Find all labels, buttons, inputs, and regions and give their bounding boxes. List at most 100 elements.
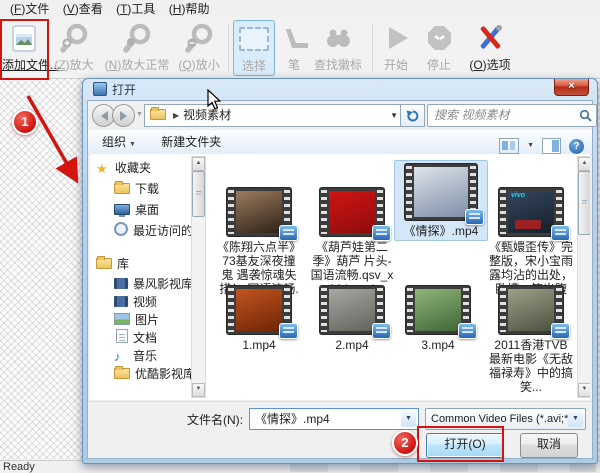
stop-icon xyxy=(420,20,458,56)
file-item[interactable]: 《葫芦娃第二季》葫芦 片头-国语流畅.qsv_x264.mp4 xyxy=(310,188,394,296)
media-overlay-icon xyxy=(551,225,570,241)
sidebar-baofeng-library[interactable]: 暴风影视库 xyxy=(90,275,206,293)
file-item[interactable]: 3.mp4 xyxy=(396,286,480,352)
breadcrumb-arrow-icon: ▶ xyxy=(173,111,179,120)
forward-button[interactable] xyxy=(112,104,135,127)
libraries-icon xyxy=(96,258,112,269)
scrollbar-thumb[interactable] xyxy=(578,171,590,235)
video-icon xyxy=(114,296,128,307)
sidebar-videos[interactable]: 视频 xyxy=(90,293,206,311)
video-thumbnail: vivo xyxy=(499,188,563,236)
sidebar-favorites[interactable]: ★收藏夹 xyxy=(90,158,206,179)
dialog-content: ★收藏夹 下载 桌面 最近访问的位 库 暴风影视库 视频 图片 文档 ♪音乐 优… xyxy=(90,154,590,400)
organize-menu[interactable]: 组织▼ xyxy=(102,130,136,157)
video-thumbnail xyxy=(320,286,384,334)
scrollbar-thumb[interactable] xyxy=(192,171,205,217)
annotation-step-1: 1 xyxy=(12,109,38,135)
close-button[interactable]: × xyxy=(554,79,589,96)
youku-folder-icon xyxy=(114,368,130,379)
breadcrumb[interactable]: 视频素材 xyxy=(183,108,231,122)
scroll-up-icon[interactable]: ▲ xyxy=(578,157,590,171)
refresh-button[interactable] xyxy=(400,104,425,127)
help-icon[interactable]: ? xyxy=(569,139,584,154)
video-thumbnail xyxy=(406,286,470,334)
file-item[interactable]: 2.mp4 xyxy=(310,286,394,352)
sidebar-desktop[interactable]: 桌面 xyxy=(90,200,206,221)
scroll-down-icon[interactable]: ▼ xyxy=(578,383,590,397)
background-windows xyxy=(290,463,596,472)
sidebar-documents[interactable]: 文档 xyxy=(90,329,206,347)
file-list-scrollbar[interactable]: ▲ ▼ xyxy=(577,156,590,398)
play-icon xyxy=(377,20,415,56)
media-overlay-icon xyxy=(279,225,298,241)
address-bar[interactable]: ▶ 视频素材 ▼ xyxy=(144,104,403,127)
search-icon xyxy=(579,109,592,122)
zoom-out-icon xyxy=(176,20,222,56)
media-overlay-icon xyxy=(372,323,391,339)
status-text: Ready xyxy=(3,461,35,473)
file-item[interactable]: 2011香港TVB最新电影《无敌福禄寿》中的搞笑... xyxy=(489,286,573,394)
menu-view[interactable]: V查看 xyxy=(63,0,103,18)
open-button[interactable]: 打开(O) xyxy=(426,433,504,458)
film-icon xyxy=(114,278,128,289)
cancel-button[interactable]: 取消 xyxy=(520,433,578,458)
recent-places-icon xyxy=(114,222,128,236)
chevron-down-icon[interactable]: ▼ xyxy=(401,411,416,427)
chevron-down-icon[interactable]: ▼ xyxy=(568,411,583,427)
sidebar-pictures[interactable]: 图片 xyxy=(90,311,206,329)
find-logo-button[interactable]: 查找徽标 xyxy=(308,20,368,73)
zoom-out-button[interactable]: Q放小 xyxy=(176,20,222,73)
music-note-icon: ♪ xyxy=(114,351,128,363)
back-arrow-icon xyxy=(96,111,108,121)
options-button[interactable]: O选项 xyxy=(462,20,518,73)
add-file-button[interactable]: 添加文件... xyxy=(2,20,46,73)
zoom-normal-button[interactable]: N放大正常 xyxy=(100,20,174,73)
sidebar-downloads[interactable]: 下载 xyxy=(90,179,206,200)
menu-file[interactable]: F文件 xyxy=(10,0,49,18)
file-item[interactable]: 1.mp4 xyxy=(217,286,301,352)
stop-button[interactable]: 停止 xyxy=(420,20,458,73)
media-overlay-icon xyxy=(372,225,391,241)
video-thumbnail xyxy=(499,286,563,334)
menu-bar: F文件 V查看 T工具 H帮助 xyxy=(0,0,600,18)
sidebar-youku-library[interactable]: 优酷影视库 xyxy=(90,365,206,383)
views-icon[interactable] xyxy=(499,138,519,154)
media-overlay-icon xyxy=(279,323,298,339)
select-tool-icon xyxy=(234,21,274,57)
sidebar-scrollbar[interactable]: ▲ ▼ xyxy=(191,156,206,398)
scroll-up-icon[interactable]: ▲ xyxy=(192,157,205,171)
folder-icon xyxy=(150,109,166,120)
media-overlay-icon xyxy=(551,323,570,339)
filetype-combobox[interactable]: Common Video Files (*.avi;*. ▼ xyxy=(425,408,586,430)
dialog-app-icon xyxy=(93,82,107,96)
file-item-selected[interactable]: 《情探》.mp4 xyxy=(394,160,488,241)
file-grid: 《陈翔六点半》73基友深夜撞鬼 遇袭惊魂失措！-国语流畅.qsv_x... 《葫… xyxy=(208,154,576,400)
desktop-icon xyxy=(114,204,130,215)
preview-pane-icon[interactable] xyxy=(542,138,561,154)
video-thumbnail xyxy=(405,164,477,220)
command-bar: 组织▼ 新建文件夹 ▼ ? xyxy=(88,130,592,155)
select-tool-button[interactable]: 选择 xyxy=(233,20,275,76)
menu-tools[interactable]: T工具 xyxy=(116,0,155,18)
sidebar-music[interactable]: ♪音乐 xyxy=(90,347,206,365)
options-tools-icon xyxy=(462,20,518,56)
filename-combobox[interactable]: 《情探》.mp4 ▼ xyxy=(249,408,419,430)
sidebar-recent-places[interactable]: 最近访问的位 xyxy=(90,221,206,242)
recent-pages-dropdown[interactable]: ▼ xyxy=(136,111,143,118)
start-button[interactable]: 开始 xyxy=(377,20,415,73)
search-input[interactable]: 搜索 视频素材 xyxy=(427,104,597,127)
video-thumbnail xyxy=(320,188,384,236)
address-dropdown-icon[interactable]: ▼ xyxy=(390,105,398,126)
pen-tool-button[interactable]: 笔 xyxy=(280,20,308,73)
new-folder-button[interactable]: 新建文件夹 xyxy=(161,130,221,154)
binoculars-icon xyxy=(308,20,368,56)
screenshot-root: F文件 V查看 T工具 H帮助 添加文件... Z放大 N放大正常 xyxy=(0,0,600,473)
add-file-icon xyxy=(2,20,46,56)
sidebar-libraries[interactable]: 库 xyxy=(90,254,206,275)
scroll-down-icon[interactable]: ▼ xyxy=(192,383,205,397)
video-thumbnail xyxy=(227,286,291,334)
menu-help[interactable]: H帮助 xyxy=(169,0,210,18)
toolbar: 添加文件... Z放大 N放大正常 Q放小 选择 xyxy=(0,18,600,79)
zoom-in-button[interactable]: Z放大 xyxy=(50,20,98,73)
video-thumbnail xyxy=(227,188,291,236)
